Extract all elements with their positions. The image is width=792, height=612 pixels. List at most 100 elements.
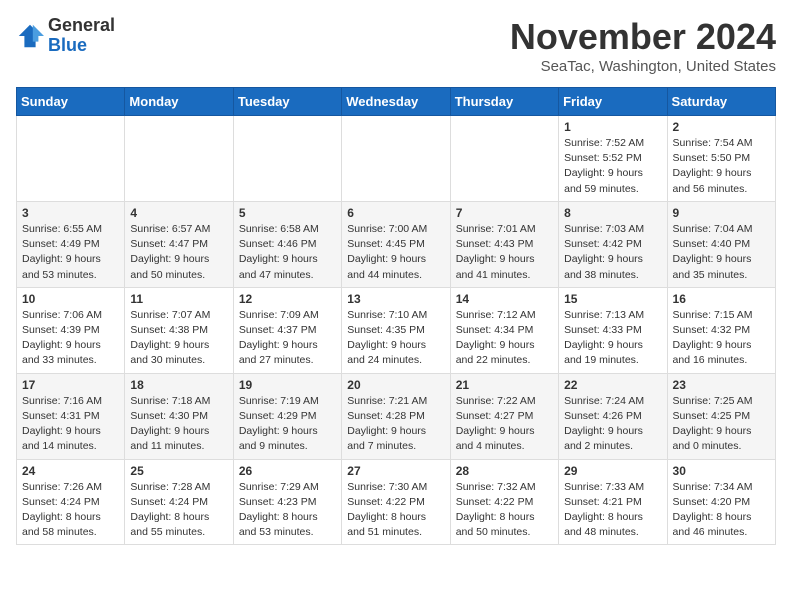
calendar-cell: 23Sunrise: 7:25 AM Sunset: 4:25 PM Dayli… <box>667 373 775 459</box>
weekday-header-saturday: Saturday <box>667 88 775 116</box>
calendar-cell: 22 Sunrise: 7:24 AM Sunset: 4:26 PM Dayli… <box>559 373 667 459</box>
day-info: Sunrise: 6:55 AM Sunset: 4:49 PM Dayligh… <box>22 222 119 283</box>
day-info: Sunrise: 7:24 AM Sunset: 4:26 PM Dayligh… <box>564 394 661 455</box>
day-info: Sunrise: 7:21 AM Sunset: 4:28 PM Dayligh… <box>347 394 444 455</box>
day-info: Sunrise: 7:25 AM Sunset: 4:25 PM Dayligh… <box>673 394 770 455</box>
day-number: 2 <box>673 120 770 134</box>
calendar-cell: 8Sunrise: 7:03 AM Sunset: 4:42 PM Daylig… <box>559 201 667 287</box>
day-number: 18 <box>130 378 227 392</box>
day-number: 16 <box>673 292 770 306</box>
calendar-cell: 16 Sunrise: 7:15 AM Sunset: 4:32 PM Dayli… <box>667 287 775 373</box>
day-number: 3 <box>22 206 119 220</box>
calendar-week-3: 10 Sunrise: 7:06 AM Sunset: 4:39 PM Dayli… <box>17 287 776 373</box>
day-info: Sunrise: 7:10 AM Sunset: 4:35 PM Dayligh… <box>347 308 444 369</box>
calendar-week-2: 3 Sunrise: 6:55 AM Sunset: 4:49 PM Daylig… <box>17 201 776 287</box>
calendar: SundayMondayTuesdayWednesdayThursdayFrid… <box>16 87 776 545</box>
day-info: Sunrise: 7:12 AM Sunset: 4:34 PM Dayligh… <box>456 308 553 369</box>
day-info: Sunrise: 6:57 AM Sunset: 4:47 PM Dayligh… <box>130 222 227 283</box>
calendar-cell: 29Sunrise: 7:33 AM Sunset: 4:21 PM Dayli… <box>559 459 667 545</box>
calendar-week-5: 24Sunrise: 7:26 AM Sunset: 4:24 PM Dayli… <box>17 459 776 545</box>
day-info: Sunrise: 7:15 AM Sunset: 4:32 PM Dayligh… <box>673 308 770 369</box>
calendar-cell: 28Sunrise: 7:32 AM Sunset: 4:22 PM Dayli… <box>450 459 558 545</box>
day-number: 20 <box>347 378 444 392</box>
day-info: Sunrise: 7:30 AM Sunset: 4:22 PM Dayligh… <box>347 480 444 541</box>
weekday-header-friday: Friday <box>559 88 667 116</box>
day-number: 9 <box>673 206 770 220</box>
day-number: 12 <box>239 292 336 306</box>
calendar-cell: 13 Sunrise: 7:10 AM Sunset: 4:35 PM Dayli… <box>342 287 450 373</box>
day-info: Sunrise: 7:18 AM Sunset: 4:30 PM Dayligh… <box>130 394 227 455</box>
day-info: Sunrise: 7:52 AM Sunset: 5:52 PM Dayligh… <box>564 136 661 197</box>
calendar-cell: 10 Sunrise: 7:06 AM Sunset: 4:39 PM Dayli… <box>17 287 125 373</box>
logo: General Blue <box>16 16 115 56</box>
calendar-cell: 9 Sunrise: 7:04 AM Sunset: 4:40 PM Daylig… <box>667 201 775 287</box>
day-info: Sunrise: 7:28 AM Sunset: 4:24 PM Dayligh… <box>130 480 227 541</box>
title-section: November 2024 SeaTac, Washington, United… <box>510 16 776 75</box>
weekday-header-tuesday: Tuesday <box>233 88 341 116</box>
day-info: Sunrise: 7:54 AM Sunset: 5:50 PM Dayligh… <box>673 136 770 197</box>
calendar-cell: 27Sunrise: 7:30 AM Sunset: 4:22 PM Dayli… <box>342 459 450 545</box>
day-number: 15 <box>564 292 661 306</box>
day-info: Sunrise: 7:01 AM Sunset: 4:43 PM Dayligh… <box>456 222 553 283</box>
day-number: 14 <box>456 292 553 306</box>
calendar-cell: 14 Sunrise: 7:12 AM Sunset: 4:34 PM Dayli… <box>450 287 558 373</box>
day-info: Sunrise: 7:00 AM Sunset: 4:45 PM Dayligh… <box>347 222 444 283</box>
weekday-row: SundayMondayTuesdayWednesdayThursdayFrid… <box>17 88 776 116</box>
day-number: 25 <box>130 464 227 478</box>
calendar-cell <box>342 116 450 202</box>
day-number: 7 <box>456 206 553 220</box>
calendar-cell: 6 Sunrise: 7:00 AM Sunset: 4:45 PM Daylig… <box>342 201 450 287</box>
day-number: 4 <box>130 206 227 220</box>
calendar-cell <box>17 116 125 202</box>
calendar-cell: 5 Sunrise: 6:58 AM Sunset: 4:46 PM Daylig… <box>233 201 341 287</box>
day-number: 6 <box>347 206 444 220</box>
calendar-cell: 30 Sunrise: 7:34 AM Sunset: 4:20 PM Dayli… <box>667 459 775 545</box>
day-number: 19 <box>239 378 336 392</box>
calendar-cell <box>450 116 558 202</box>
day-number: 10 <box>22 292 119 306</box>
weekday-header-thursday: Thursday <box>450 88 558 116</box>
calendar-cell: 17 Sunrise: 7:16 AM Sunset: 4:31 PM Dayli… <box>17 373 125 459</box>
day-number: 29 <box>564 464 661 478</box>
day-info: Sunrise: 7:26 AM Sunset: 4:24 PM Dayligh… <box>22 480 119 541</box>
calendar-cell: 1Sunrise: 7:52 AM Sunset: 5:52 PM Daylig… <box>559 116 667 202</box>
calendar-week-1: 1Sunrise: 7:52 AM Sunset: 5:52 PM Daylig… <box>17 116 776 202</box>
calendar-cell <box>125 116 233 202</box>
day-number: 26 <box>239 464 336 478</box>
day-info: Sunrise: 7:13 AM Sunset: 4:33 PM Dayligh… <box>564 308 661 369</box>
weekday-header-sunday: Sunday <box>17 88 125 116</box>
month-title: November 2024 <box>510 16 776 58</box>
calendar-cell: 19 Sunrise: 7:19 AM Sunset: 4:29 PM Dayli… <box>233 373 341 459</box>
day-number: 13 <box>347 292 444 306</box>
day-number: 17 <box>22 378 119 392</box>
calendar-cell: 11Sunrise: 7:07 AM Sunset: 4:38 PM Dayli… <box>125 287 233 373</box>
day-number: 28 <box>456 464 553 478</box>
logo-text: General Blue <box>48 16 115 56</box>
day-number: 11 <box>130 292 227 306</box>
day-info: Sunrise: 7:06 AM Sunset: 4:39 PM Dayligh… <box>22 308 119 369</box>
calendar-cell: 20 Sunrise: 7:21 AM Sunset: 4:28 PM Dayli… <box>342 373 450 459</box>
day-info: Sunrise: 7:09 AM Sunset: 4:37 PM Dayligh… <box>239 308 336 369</box>
day-info: Sunrise: 7:34 AM Sunset: 4:20 PM Dayligh… <box>673 480 770 541</box>
day-number: 30 <box>673 464 770 478</box>
day-info: Sunrise: 7:04 AM Sunset: 4:40 PM Dayligh… <box>673 222 770 283</box>
calendar-cell <box>233 116 341 202</box>
day-number: 8 <box>564 206 661 220</box>
calendar-cell: 3 Sunrise: 6:55 AM Sunset: 4:49 PM Daylig… <box>17 201 125 287</box>
day-number: 5 <box>239 206 336 220</box>
calendar-cell: 7 Sunrise: 7:01 AM Sunset: 4:43 PM Daylig… <box>450 201 558 287</box>
logo-general: General <box>48 16 115 36</box>
day-number: 22 <box>564 378 661 392</box>
day-info: Sunrise: 7:16 AM Sunset: 4:31 PM Dayligh… <box>22 394 119 455</box>
calendar-cell: 15 Sunrise: 7:13 AM Sunset: 4:33 PM Dayli… <box>559 287 667 373</box>
calendar-body: 1Sunrise: 7:52 AM Sunset: 5:52 PM Daylig… <box>17 116 776 545</box>
page-header: General Blue November 2024 SeaTac, Washi… <box>16 16 776 75</box>
calendar-cell: 4 Sunrise: 6:57 AM Sunset: 4:47 PM Daylig… <box>125 201 233 287</box>
day-info: Sunrise: 7:19 AM Sunset: 4:29 PM Dayligh… <box>239 394 336 455</box>
calendar-cell: 26Sunrise: 7:29 AM Sunset: 4:23 PM Dayli… <box>233 459 341 545</box>
day-info: Sunrise: 6:58 AM Sunset: 4:46 PM Dayligh… <box>239 222 336 283</box>
logo-blue: Blue <box>48 36 115 56</box>
calendar-week-4: 17 Sunrise: 7:16 AM Sunset: 4:31 PM Dayli… <box>17 373 776 459</box>
calendar-cell: 25 Sunrise: 7:28 AM Sunset: 4:24 PM Dayli… <box>125 459 233 545</box>
calendar-cell: 12 Sunrise: 7:09 AM Sunset: 4:37 PM Dayli… <box>233 287 341 373</box>
